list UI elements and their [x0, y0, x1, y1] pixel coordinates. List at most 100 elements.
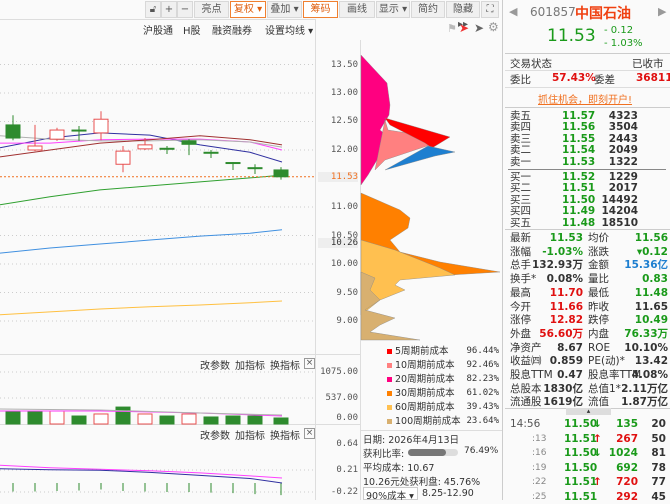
order-diff-label: 委差: [594, 74, 615, 86]
fullscreen-icon[interactable]: ⛶: [481, 1, 499, 18]
trade-status-label: 交易状态: [510, 58, 552, 70]
order-volume: 3504: [608, 121, 638, 134]
stat-label: 金额: [588, 259, 609, 272]
legend-label: 5周期前成本: [395, 346, 449, 357]
order-volume: 14204: [601, 205, 638, 218]
cost-range-select[interactable]: 90%成本 ▾: [363, 487, 418, 502]
volume-bar: [159, 415, 175, 425]
volume-bar: [5, 411, 21, 425]
tick-count: 78: [651, 461, 666, 474]
order-level-label: 买四: [510, 205, 531, 218]
profit-ratio-fill: [408, 449, 447, 456]
order-price: 11.55: [562, 132, 596, 145]
volume-bar: [93, 413, 109, 425]
legend-label: 60周期前成本: [395, 402, 455, 413]
toolbar-hide-button[interactable]: 隐藏 ▸▸: [446, 1, 480, 30]
stat-value: 11.66: [549, 300, 583, 313]
stat-label: 总股本: [510, 382, 542, 395]
stat-label: 涨幅: [510, 245, 531, 258]
order-price: 11.57: [562, 110, 596, 122]
stat-value: 0.859: [549, 355, 583, 368]
chip-legend-item: 10周期前成本 92.46%: [387, 359, 499, 372]
chip-date: 日期: 2026年4月13日: [363, 435, 460, 446]
tick-time: :22: [532, 477, 547, 487]
legend-percent: 96.44%: [466, 346, 499, 356]
candle-body: [159, 147, 175, 150]
stat-value: 11.70: [549, 286, 583, 299]
order-ratio: 57.43%: [552, 72, 596, 84]
dark-flag-icon[interactable]: ➤: [474, 21, 484, 35]
order-book-row: 买二 11.51 2017: [508, 182, 668, 194]
arrow-up-icon: ↑: [593, 476, 602, 488]
trade-status: 已收市: [632, 58, 664, 70]
stat-value: 4.08%: [631, 369, 668, 381]
legend-percent: 92.46%: [466, 360, 499, 370]
order-level-label: 卖四: [510, 121, 531, 134]
order-volume: 1322: [608, 155, 638, 168]
candle-body: [93, 118, 109, 134]
tick-count: 20: [651, 418, 666, 430]
stat-value: 0.47: [557, 369, 583, 381]
profit-ratio-label: 获利比率:: [363, 449, 405, 460]
next-stock-icon[interactable]: ▶: [658, 5, 666, 18]
candle-body: [49, 129, 65, 140]
legend-label: 30周期前成本: [395, 388, 455, 399]
order-book-row: 买五 11.48 18510: [508, 217, 668, 229]
stat-label: 今开: [510, 300, 531, 313]
order-price: 11.48: [562, 216, 596, 229]
stat-value: 11.56: [634, 232, 668, 244]
legend-percent: 61.02%: [466, 388, 499, 398]
stat-label: 外盘: [510, 327, 531, 340]
tick-volume: 292: [616, 490, 638, 503]
order-level-label: 卖二: [510, 144, 531, 157]
stock-name: 中国石油: [575, 6, 631, 22]
tick-volume: 692: [616, 461, 638, 474]
order-book-row: 卖一 11.53 1322: [508, 156, 668, 168]
order-volume: 14492: [601, 193, 638, 206]
open-account-link[interactable]: 抓住机会，即刻开户!: [538, 91, 632, 106]
arrow-down-icon: ↓: [593, 418, 602, 430]
tick-time: :13: [532, 433, 547, 444]
stat-row: 股息TTM 0.47 股息率TTM 4.08%: [508, 368, 668, 382]
gear-icon[interactable]: ⚙: [488, 20, 499, 34]
stat-label: 均价: [588, 232, 609, 244]
candle-body: [247, 167, 263, 170]
legend-swatch: [387, 405, 392, 410]
volume-bar: [71, 415, 87, 425]
ticks-collapse-handle[interactable]: ▴: [566, 408, 611, 415]
order-volume: 2017: [608, 182, 638, 195]
prev-stock-icon[interactable]: ◀: [509, 5, 517, 18]
stat-label: 总手: [510, 259, 531, 272]
toolbar-simple-button[interactable]: 简约: [411, 1, 445, 18]
tick-row: 14:56 11.50 ↓ 135 20: [508, 417, 668, 431]
candle-body: [181, 140, 197, 145]
order-ratio-label: 委比: [510, 74, 531, 86]
order-price: 11.54: [562, 144, 596, 157]
red-flag-icon[interactable]: ➤: [459, 21, 469, 35]
order-price: 11.51: [562, 182, 596, 195]
volume-bar: [137, 413, 153, 425]
volume-bar: [273, 417, 289, 425]
tick-time: :25: [532, 491, 547, 502]
stock-code: 601857: [530, 5, 576, 19]
stat-label: 净资产: [510, 341, 542, 354]
stat-label: ROE: [588, 341, 611, 354]
ma-line: [0, 174, 283, 206]
stat-value: 13.42: [634, 355, 668, 368]
stat-label: 昨收: [588, 300, 609, 313]
stat-value: 15.36亿: [624, 259, 668, 272]
toolbar-display-dropdown[interactable]: 显示 ▾: [376, 1, 410, 18]
stat-value: 11.65: [634, 300, 668, 313]
order-level-label: 买五: [510, 216, 531, 229]
volume-bar: [49, 410, 65, 425]
last-price: 11.53: [547, 26, 596, 46]
volume-bar: [247, 415, 263, 425]
kline-chart[interactable]: [0, 0, 360, 500]
flag-icon[interactable]: ⚑: [447, 22, 457, 35]
volume-bar: [27, 411, 43, 425]
stat-row: 换手* 0.08% 量比 0.83: [508, 272, 668, 286]
avg-cost: 平均成本: 10.67: [363, 463, 435, 474]
legend-swatch: [387, 391, 392, 396]
candle-body: [115, 150, 131, 165]
stat-value: 10.49: [634, 314, 668, 327]
